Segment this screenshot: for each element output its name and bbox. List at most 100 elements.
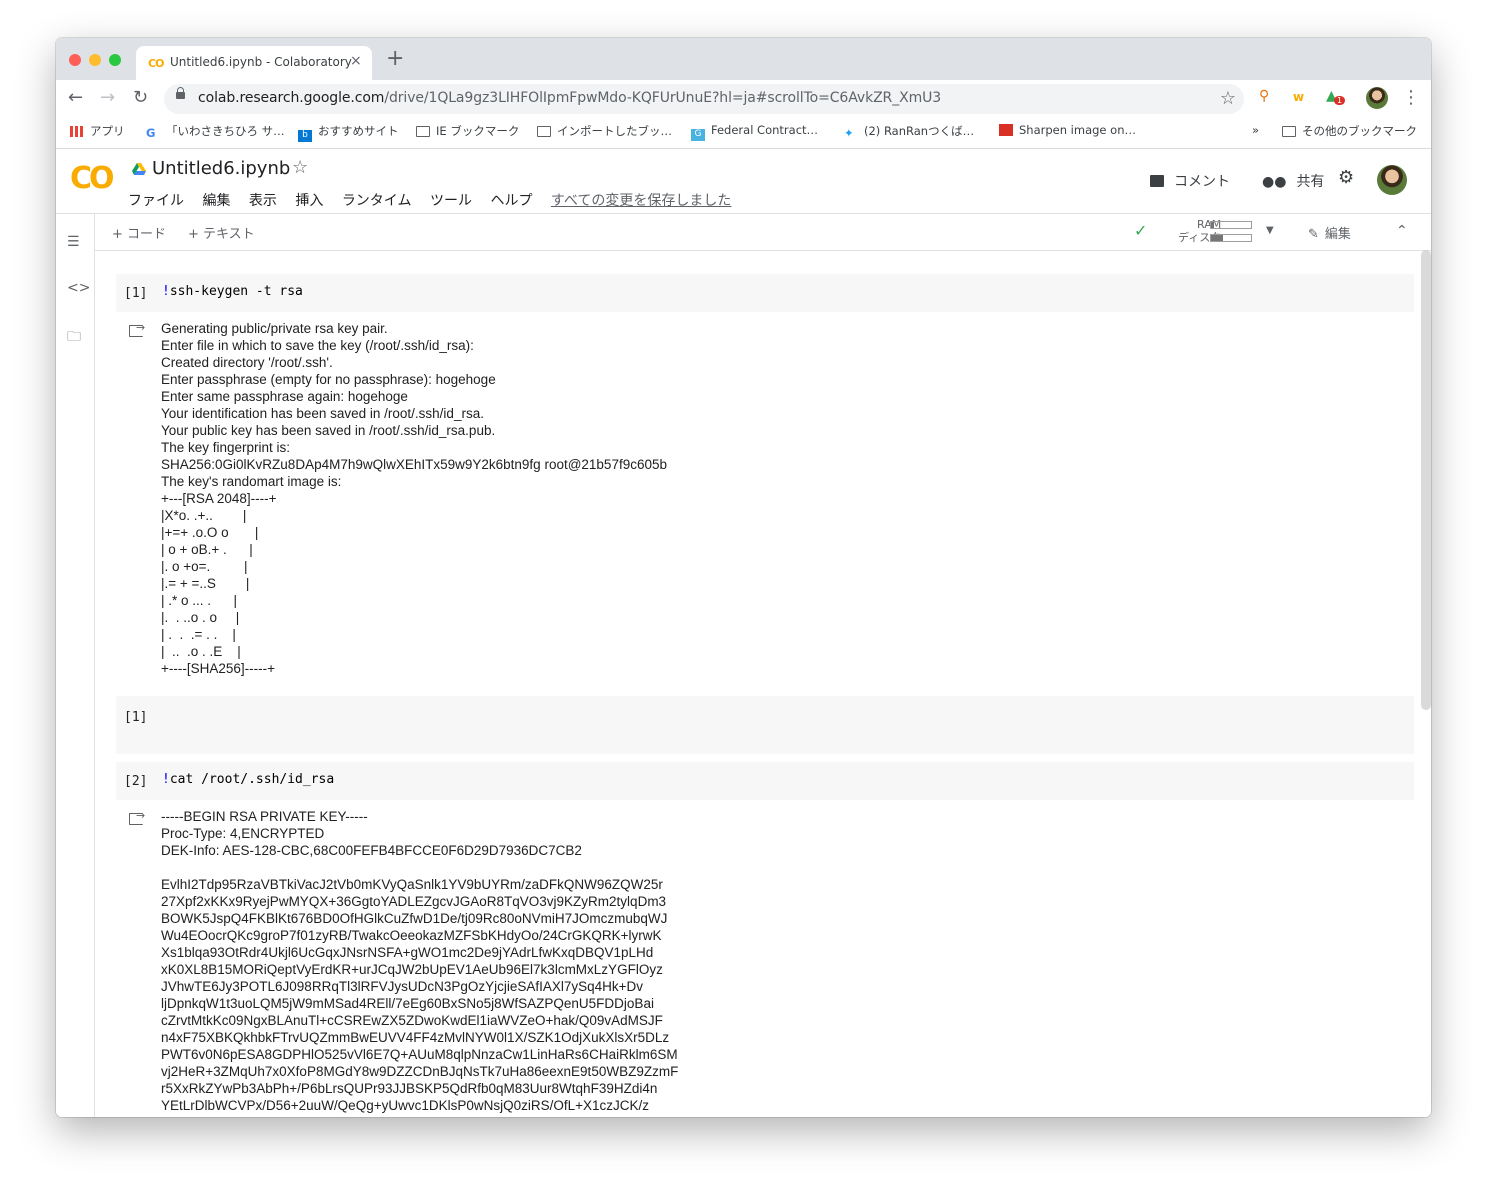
bookmark-star-icon[interactable]: ☆	[1220, 88, 1236, 109]
execution-count: [1]	[124, 710, 148, 725]
notebook-name[interactable]: Untitled6.ipynb	[152, 158, 290, 179]
code-snippets-icon[interactable]: <>	[67, 280, 90, 296]
bookmarks-overflow[interactable]: »	[1252, 123, 1259, 137]
bookmark-6[interactable]: ✦ (2) RanRanつくば…	[844, 123, 974, 140]
output-line: | .. .o . .E |	[161, 644, 241, 659]
bookmarks-bar: アプリ G 「いわさきちひろ サ… b おすすめサイト IE ブックマーク インポー…	[56, 118, 1431, 149]
left-sidebar: ☰ <> 🗀	[56, 213, 95, 1117]
zoom-window-button[interactable]	[109, 54, 121, 66]
cell-toolbar: + コード + テキスト ✓ RAM ディスク ▼ ✎ 編集 ⌃	[94, 213, 1431, 251]
output-line: The key fingerprint is:	[161, 440, 291, 455]
output-line: +----[SHA256]-----+	[161, 661, 276, 676]
output-icon[interactable]	[129, 321, 145, 337]
folder-icon	[1282, 126, 1296, 137]
address-bar[interactable]: colab.research.google.com/drive/1QLa9gz3…	[164, 84, 1244, 114]
site-icon: G	[691, 129, 705, 141]
colab-app: CO Untitled6.ipynb ☆ ファイル 編集 表示 挿入 ランタイム…	[56, 149, 1431, 1117]
add-text-button[interactable]: + テキスト	[188, 223, 255, 242]
output-line: |X*o. .+.. |	[161, 508, 247, 523]
execution-count: [2]	[124, 774, 148, 789]
reload-button[interactable]: ↻	[133, 88, 148, 108]
menu-help[interactable]: ヘルプ	[490, 193, 532, 209]
w-extension-icon[interactable]: w	[1293, 90, 1304, 104]
output-line: Your identification has been saved in /r…	[161, 406, 484, 421]
bookmark-2[interactable]: b おすすめサイト	[298, 123, 399, 142]
settings-gear-icon[interactable]: ⚙	[1338, 167, 1354, 188]
output-line: ljDpnkqW1t3uoLQM5jW9mMSad4REll/7eEg60BxS…	[161, 996, 654, 1011]
output-line: vj2HeR+3ZMqUh7x0XfoP8MGdY8w9DZZCDnBJqNsT…	[161, 1064, 679, 1079]
back-button[interactable]: ←	[68, 88, 83, 108]
output-line: Xs1blqa93OtRdr4Ukjl6UcGqxJNsrNSFA+gWO1mc…	[161, 945, 654, 960]
star-icon[interactable]: ☆	[292, 157, 308, 178]
pencil-icon: ✎	[1308, 227, 1319, 242]
extension-badge: 1	[1334, 96, 1346, 105]
menu-view[interactable]: 表示	[249, 193, 277, 209]
google-icon: G	[146, 126, 156, 140]
table-of-contents-icon[interactable]: ☰	[67, 234, 80, 250]
code-cell-3[interactable]: [2] !cat /root/.ssh/id_rsa	[116, 762, 1414, 800]
output-line: PWT6v0N6pESA8GDPHlO525vVl6E7Q+AUuM8qlpNn…	[161, 1047, 678, 1062]
bookmark-apps[interactable]: アプリ	[70, 123, 125, 139]
output-line: | .* o ... . |	[161, 593, 238, 608]
bookmark-3[interactable]: IE ブックマーク	[416, 123, 519, 139]
menu-edit[interactable]: 編集	[202, 193, 230, 209]
tab-title: Untitled6.ipynb - Colaboratory	[170, 55, 352, 69]
collapse-chevron-icon[interactable]: ⌃	[1396, 223, 1408, 239]
comment-icon	[1150, 175, 1164, 187]
browser-toolbar: ← → ↻ colab.research.google.com/drive/1Q…	[56, 80, 1431, 118]
bookmark-7[interactable]: Sharpen image on…	[999, 123, 1136, 137]
resources-dropdown-icon[interactable]: ▼	[1266, 225, 1274, 236]
cell-code[interactable]: !ssh-keygen -t rsa	[162, 284, 303, 299]
forward-button[interactable]: →	[100, 88, 115, 108]
files-folder-icon[interactable]: 🗀	[67, 326, 81, 350]
share-button[interactable]: ●● 共有	[1262, 171, 1324, 191]
bookmark-5[interactable]: G Federal Contract…	[691, 123, 818, 141]
user-avatar[interactable]	[1377, 165, 1407, 195]
cell-code[interactable]: !cat /root/.ssh/id_rsa	[162, 772, 334, 787]
browser-tab[interactable]: CO Untitled6.ipynb - Colaboratory ×	[136, 46, 372, 80]
menu-tools[interactable]: ツール	[430, 193, 472, 209]
output-line: |.= + =..S |	[161, 576, 250, 591]
key-extension-icon[interactable]: ⚲	[1259, 88, 1269, 104]
bookmark-4[interactable]: インポートしたブッ…	[537, 123, 672, 139]
colab-logo[interactable]: CO	[70, 161, 114, 196]
shield-extension-icon[interactable]: ▲ 1	[1326, 88, 1346, 105]
bookmark-1[interactable]: G 「いわさきちひろ サ…	[146, 123, 285, 140]
browser-menu-icon[interactable]: ⋮	[1402, 88, 1420, 108]
minimize-window-button[interactable]	[89, 54, 101, 66]
code-cell-1[interactable]: [1] !ssh-keygen -t rsa	[116, 274, 1414, 312]
output-line: cZrvtMtkKc09NgxBLAnuTl+cCSREwZX5ZDwoKwdE…	[161, 1013, 663, 1028]
add-code-button[interactable]: + コード	[112, 223, 166, 242]
output-icon[interactable]	[129, 809, 145, 825]
colab-header: CO Untitled6.ipynb ☆ ファイル 編集 表示 挿入 ランタイム…	[56, 149, 1431, 213]
output-line: DEK-Info: AES-128-CBC,68C00FEFB4BFCCE0F6…	[161, 843, 582, 858]
execution-count: [1]	[124, 286, 148, 301]
close-window-button[interactable]	[69, 54, 81, 66]
url-text: colab.research.google.com/drive/1QLa9gz3…	[198, 90, 942, 106]
tab-close-button[interactable]: ×	[350, 53, 362, 69]
notebook-area: [1] !ssh-keygen -t rsa Generating public…	[95, 250, 1431, 1117]
disk-meter	[1210, 234, 1252, 242]
output-line: | . . .= . . |	[161, 627, 236, 642]
menu-runtime[interactable]: ランタイム	[342, 193, 412, 209]
tab-strip: CO Untitled6.ipynb - Colaboratory × +	[56, 38, 1431, 80]
profile-avatar[interactable]	[1366, 87, 1388, 109]
notebook-scrollbar[interactable]	[1421, 250, 1431, 710]
output-line: Enter file in which to save the key (/ro…	[161, 338, 474, 353]
output-line: xK0XL8B15MORiQeptVyErdKR+urJCqJW2bUpEV1A…	[161, 962, 663, 977]
menu-insert[interactable]: 挿入	[295, 193, 323, 209]
code-cell-2[interactable]: [1]	[116, 696, 1414, 754]
output-line: 27Xpf2xKKx9RyejPwMYQX+36GgtoYADLEZgcvJGA…	[161, 894, 667, 909]
save-status[interactable]: すべての変更を保存しました	[551, 193, 731, 209]
output-line: SHA256:0Gi0lKvRZu8DAp4M7h9wQlwXEhITx59w9…	[161, 457, 667, 472]
colab-favicon-icon: CO	[148, 57, 164, 70]
edit-button[interactable]: ✎ 編集	[1308, 223, 1351, 242]
comment-button[interactable]: コメント	[1150, 171, 1230, 191]
output-line: EvlhI2Tdp95RzaVBTkiVacJ2tVb0mKVyQaSnlk1Y…	[161, 877, 663, 892]
new-tab-button[interactable]: +	[386, 48, 404, 70]
output-line: Enter same passphrase again: hogehoge	[161, 389, 408, 404]
browser-window: CO Untitled6.ipynb - Colaboratory × + ← …	[56, 38, 1431, 1117]
other-bookmarks[interactable]: その他のブックマーク	[1282, 123, 1417, 139]
menu-file[interactable]: ファイル	[128, 193, 184, 209]
